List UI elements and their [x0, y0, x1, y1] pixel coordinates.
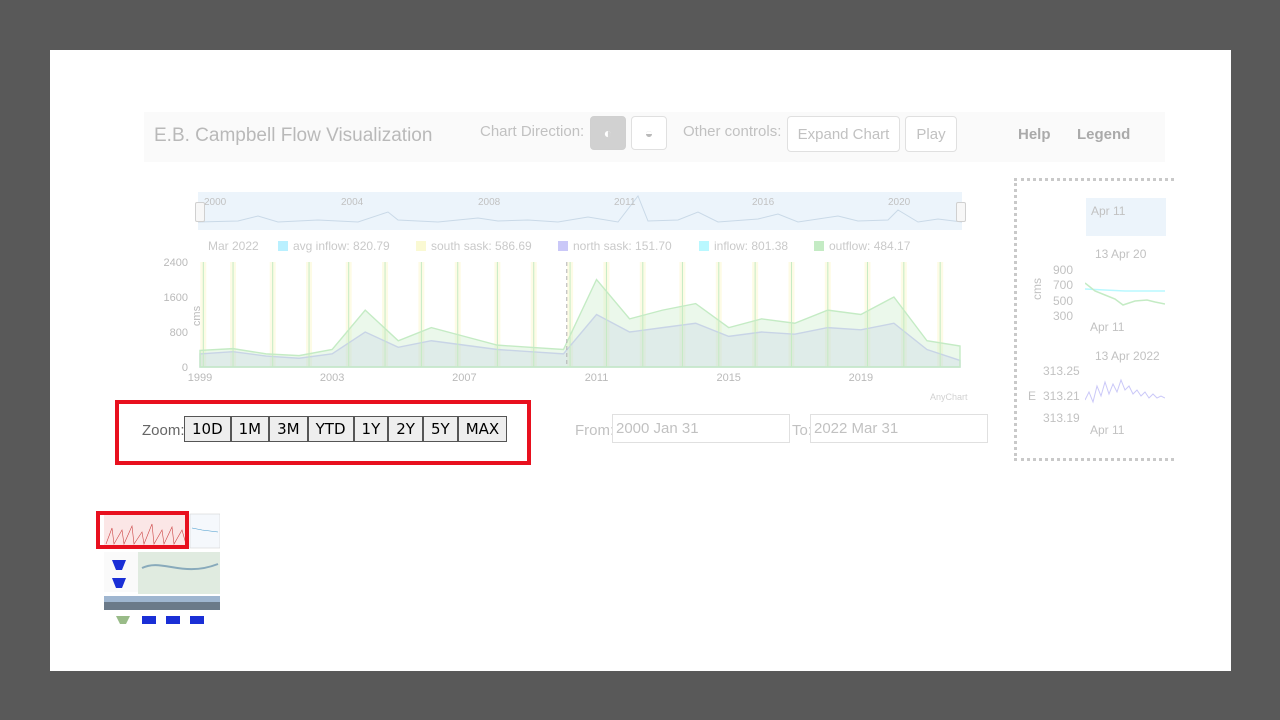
series-outflow [199, 278, 961, 368]
x-tick-label: 2011 [585, 372, 609, 384]
expand-chart-button[interactable]: Expand Chart [787, 116, 900, 152]
scroller-year: 2016 [752, 197, 775, 208]
scroller-right-handle[interactable] [956, 202, 966, 222]
side-chart1-ylabel: cms [1030, 278, 1044, 300]
thumbnail-highlight-box [96, 511, 189, 549]
to-label: To: [792, 422, 813, 439]
side-scroll-label: Apr 11 [1091, 204, 1126, 218]
x-tick-label: 2003 [320, 372, 344, 384]
half-circle-horizontal-icon[interactable]: ◒ [631, 116, 667, 150]
slide: E.B. Campbell Flow Visualization Chart D… [50, 50, 1231, 671]
from-date-input[interactable]: 2000 Jan 31 [612, 414, 790, 443]
anychart-credit[interactable]: AnyChart [930, 392, 968, 402]
x-tick-label: 2019 [849, 372, 873, 384]
side-chart1-ytick: 700 [1053, 278, 1074, 292]
side-chart1-ytick: 500 [1053, 294, 1074, 308]
side-chart1-line [1085, 282, 1165, 306]
legend-link[interactable]: Legend [1077, 126, 1130, 143]
side-chart2-ytick: 313.21 [1043, 389, 1080, 403]
side-chart2-line [1085, 378, 1165, 404]
zoom-highlight-box [115, 400, 531, 465]
thumb-sidepanel [189, 513, 220, 549]
side-chart1-ytick: 900 [1053, 263, 1074, 277]
help-link[interactable]: Help [1018, 126, 1051, 143]
side-chart2-xlabel: Apr 11 [1090, 423, 1125, 437]
x-tick-label: 2007 [452, 372, 476, 384]
to-date-input[interactable]: 2022 Mar 31 [810, 414, 988, 443]
app-title: E.B. Campbell Flow Visualization [154, 125, 433, 146]
side-chart2-ytick: 313.19 [1043, 411, 1080, 425]
other-controls-label: Other controls: [683, 123, 782, 140]
scroller-year: 2020 [888, 197, 911, 208]
scroller-year: 2011 [614, 197, 636, 208]
side-chart2-title: 13 Apr 2022 [1095, 349, 1160, 363]
faded-app-screenshot: E.B. Campbell Flow Visualization Chart D… [50, 50, 1231, 671]
side-chart2-ylabel: E [1028, 389, 1037, 403]
scroller-line [198, 194, 962, 223]
scroller-year: 2004 [341, 197, 364, 208]
x-tick-label: 1999 [188, 372, 212, 384]
y-tick-label: 2400 [164, 257, 188, 269]
half-circle-vertical-icon[interactable]: ◐ [590, 116, 626, 150]
scroller-year: 2008 [478, 197, 501, 208]
x-tick-label: 2015 [716, 372, 740, 384]
time-scroller[interactable] [198, 192, 962, 230]
scroller-left-handle[interactable] [195, 202, 205, 222]
side-chart2-ytick: 313.25 [1043, 364, 1080, 378]
flow-chart[interactable]: 240016008000cms1999 2003 2007 2011 2015 2019 [140, 250, 970, 390]
y-tick-label: 800 [170, 327, 188, 339]
side-chart1-xlabel: Apr 11 [1090, 320, 1125, 334]
side-chart1-title: 13 Apr 20 [1095, 247, 1147, 261]
thumb-map [138, 552, 220, 594]
scroller-year: 2000 [204, 197, 227, 208]
side-chart1-ytick: 300 [1053, 309, 1074, 323]
chart-direction-label: Chart Direction: [480, 123, 585, 140]
from-label: From: [575, 422, 615, 439]
play-button[interactable]: Play [905, 116, 957, 152]
thumb-icon [116, 616, 130, 624]
y-tick-label: 1600 [164, 292, 188, 304]
